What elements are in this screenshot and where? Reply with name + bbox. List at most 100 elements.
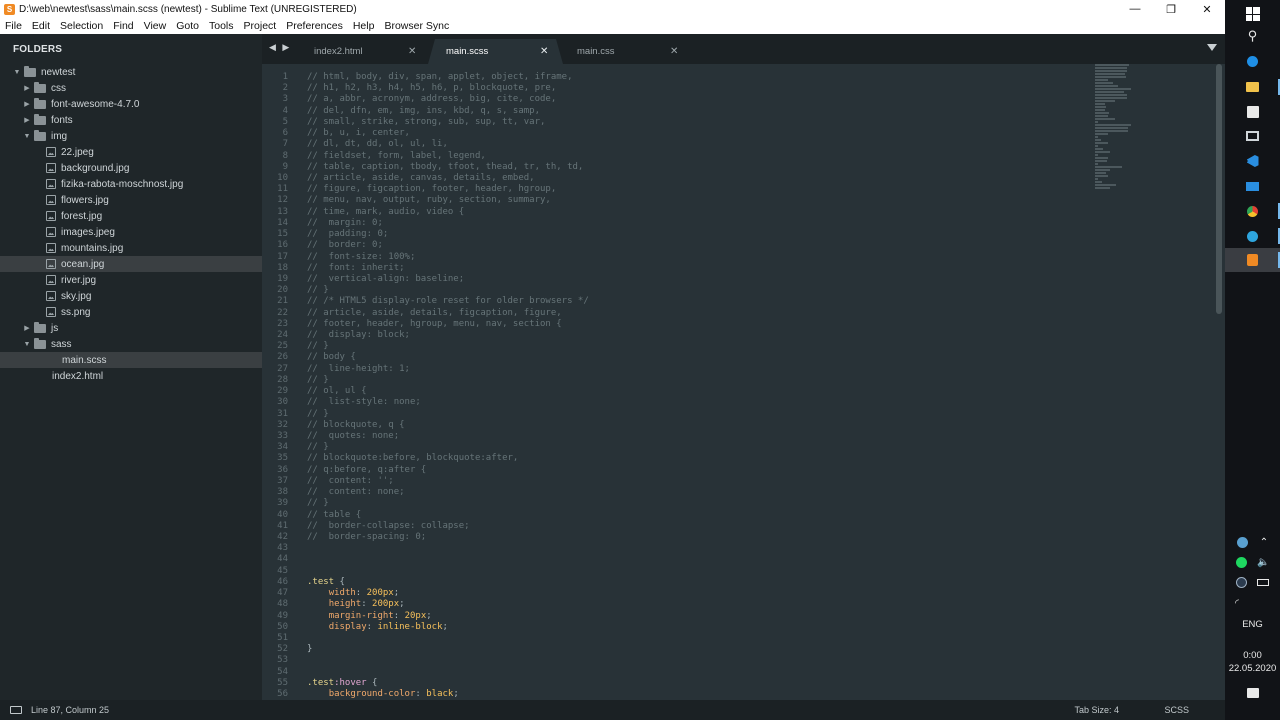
code-line[interactable]: // } xyxy=(307,341,1087,352)
code-line[interactable]: // font: inherit; xyxy=(307,263,1087,274)
tree-folder-js[interactable]: ▶ js xyxy=(0,320,262,336)
code-line[interactable]: // display: block; xyxy=(307,330,1087,341)
menu-preferences[interactable]: Preferences xyxy=(281,20,348,32)
code-line[interactable]: // quotes: none; xyxy=(307,431,1087,442)
menu-browser-sync[interactable]: Browser Sync xyxy=(379,20,454,32)
code-line[interactable]: // html, body, div, span, applet, object… xyxy=(307,72,1087,83)
code-line[interactable]: // } xyxy=(307,285,1087,296)
restore-button[interactable]: ❐ xyxy=(1153,0,1189,18)
tree-folder-newtest[interactable]: ▼ newtest xyxy=(0,64,262,80)
tab-size-indicator[interactable]: Tab Size: 4 xyxy=(1074,705,1119,715)
code-line[interactable]: // } xyxy=(307,498,1087,509)
collapsed-arrow-icon[interactable]: ▶ xyxy=(22,116,32,124)
code-line[interactable]: // time, mark, audio, video { xyxy=(307,207,1087,218)
tree-folder-font-awesome-4.7.0[interactable]: ▶ font-awesome-4.7.0 xyxy=(0,96,262,112)
code-line[interactable]: // menu, nav, output, ruby, section, sum… xyxy=(307,195,1087,206)
menu-project[interactable]: Project xyxy=(239,20,282,32)
remote-desktop-app[interactable] xyxy=(1225,124,1280,148)
tree-file[interactable]: ss.png xyxy=(0,304,262,320)
code-line[interactable]: height: 200px; xyxy=(307,599,1087,610)
tree-file[interactable]: images.jpeg xyxy=(0,224,262,240)
start-button[interactable] xyxy=(1225,2,1280,26)
mail-app[interactable] xyxy=(1225,174,1280,198)
tree-file[interactable]: 22.jpeg xyxy=(0,144,262,160)
menu-tools[interactable]: Tools xyxy=(204,20,239,32)
code-line[interactable]: // dl, dt, dd, ol, ul, li, xyxy=(307,139,1087,150)
code-editor[interactable]: 1 2 3 4 5 6 7 8 9 10 11 12 13 14 15 16 17 18 19 20 21 22 23 24 2… xyxy=(262,64,1225,700)
menu-edit[interactable]: Edit xyxy=(27,20,55,32)
tab-dropdown-icon[interactable] xyxy=(1207,44,1217,51)
code-area[interactable]: // html, body, div, span, applet, object… xyxy=(307,72,1087,700)
expanded-arrow-icon[interactable]: ▼ xyxy=(22,341,32,348)
code-line[interactable]: // blockquote, q { xyxy=(307,420,1087,431)
chrome-app[interactable] xyxy=(1225,199,1280,223)
tree-file[interactable]: fizika-rabota-moschnost.jpg xyxy=(0,176,262,192)
store-app[interactable] xyxy=(1225,100,1280,124)
code-line[interactable]: // border-collapse: collapse; xyxy=(307,521,1087,532)
code-line[interactable]: // footer, header, hgroup, menu, nav, se… xyxy=(307,319,1087,330)
close-button[interactable]: ✕ xyxy=(1189,0,1225,18)
code-line[interactable]: // body { xyxy=(307,352,1087,363)
code-line[interactable]: // blockquote:before, blockquote:after, xyxy=(307,453,1087,464)
tab-close-icon[interactable]: ✕ xyxy=(540,46,548,57)
code-line[interactable]: // font-size: 100%; xyxy=(307,252,1087,263)
code-line[interactable] xyxy=(307,554,1087,565)
spotify-icon[interactable] xyxy=(1235,557,1247,568)
tab-close-icon[interactable]: ✕ xyxy=(670,46,678,57)
telegram-app[interactable] xyxy=(1225,224,1280,248)
menu-view[interactable]: View xyxy=(139,20,172,32)
tree-file[interactable]: sky.jpg xyxy=(0,288,262,304)
code-line[interactable]: // list-style: none; xyxy=(307,397,1087,408)
code-line[interactable]: display: inline-block; xyxy=(307,622,1087,633)
code-line[interactable] xyxy=(307,633,1087,644)
code-line[interactable]: // border-spacing: 0; xyxy=(307,532,1087,543)
menu-help[interactable]: Help xyxy=(348,20,380,32)
menu-selection[interactable]: Selection xyxy=(55,20,108,32)
code-line[interactable]: // b, u, i, center, xyxy=(307,128,1087,139)
code-line[interactable]: width: 200px; xyxy=(307,588,1087,599)
clock-date[interactable]: 22.05.2020 xyxy=(1225,663,1280,674)
code-line[interactable]: } xyxy=(307,644,1087,655)
code-line[interactable]: // ol, ul { xyxy=(307,386,1087,397)
tree-folder-css[interactable]: ▶ css xyxy=(0,80,262,96)
code-line[interactable]: // table, caption, tbody, tfoot, thead, … xyxy=(307,162,1087,173)
collapsed-arrow-icon[interactable]: ▶ xyxy=(22,324,32,332)
steam-icon[interactable] xyxy=(1235,577,1247,588)
code-line[interactable]: // content: none; xyxy=(307,487,1087,498)
code-line[interactable]: // border: 0; xyxy=(307,240,1087,251)
code-line[interactable]: // fieldset, form, label, legend, xyxy=(307,151,1087,162)
code-line[interactable]: // } xyxy=(307,375,1087,386)
tree-file[interactable]: background.jpg xyxy=(0,160,262,176)
code-line[interactable]: // article, aside, canvas, details, embe… xyxy=(307,173,1087,184)
network-app-icon[interactable] xyxy=(1236,537,1248,548)
volume-icon[interactable]: 🔈 xyxy=(1257,557,1269,568)
edge-app[interactable] xyxy=(1225,49,1280,73)
panel-toggle-icon[interactable] xyxy=(10,706,22,714)
code-line[interactable]: // figure, figcaption, footer, header, h… xyxy=(307,184,1087,195)
tree-file[interactable]: ocean.jpg xyxy=(0,256,262,272)
tree-folder-sass[interactable]: ▼ sass xyxy=(0,336,262,352)
vertical-scrollbar[interactable] xyxy=(1216,64,1222,314)
code-line[interactable] xyxy=(307,543,1087,554)
code-line[interactable] xyxy=(307,655,1087,666)
menu-file[interactable]: File xyxy=(0,20,27,32)
tree-file[interactable]: index2.html xyxy=(0,368,262,384)
tree-file[interactable]: river.jpg xyxy=(0,272,262,288)
collapsed-arrow-icon[interactable]: ▶ xyxy=(22,100,32,108)
tree-file[interactable]: main.scss xyxy=(0,352,262,368)
tab-index2-html[interactable]: index2.html ✕ xyxy=(292,39,422,64)
tree-file[interactable]: mountains.jpg xyxy=(0,240,262,256)
expanded-arrow-icon[interactable]: ▼ xyxy=(12,69,22,76)
code-line[interactable]: // table { xyxy=(307,510,1087,521)
minimap[interactable] xyxy=(1095,64,1135,204)
code-line[interactable]: .test { xyxy=(307,577,1087,588)
tree-file[interactable]: forest.jpg xyxy=(0,208,262,224)
menu-goto[interactable]: Goto xyxy=(171,20,204,32)
tree-file[interactable]: flowers.jpg xyxy=(0,192,262,208)
tab-close-icon[interactable]: ✕ xyxy=(408,46,416,57)
code-line[interactable]: // } xyxy=(307,409,1087,420)
code-line[interactable]: // del, dfn, em, img, ins, kbd, q, s, sa… xyxy=(307,106,1087,117)
clock-time[interactable]: 0:00 xyxy=(1225,650,1280,661)
menu-find[interactable]: Find xyxy=(108,20,138,32)
collapsed-arrow-icon[interactable]: ▶ xyxy=(22,84,32,92)
